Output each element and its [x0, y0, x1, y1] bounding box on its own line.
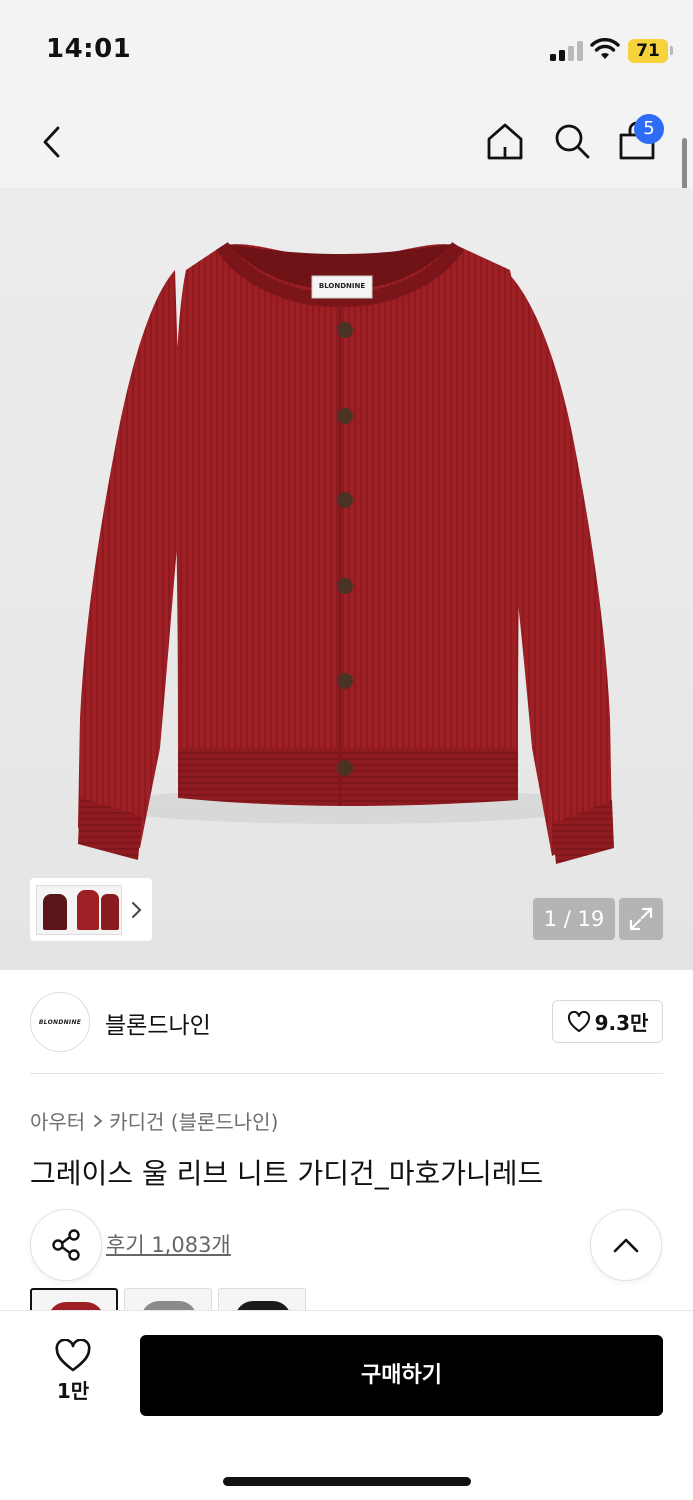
back-button[interactable] [28, 118, 76, 166]
share-icon [52, 1229, 80, 1261]
share-button[interactable] [30, 1209, 102, 1281]
color-option-black[interactable] [218, 1288, 306, 1310]
status-bar: 14:01 71 [0, 0, 693, 96]
color-options [30, 1288, 306, 1310]
home-button[interactable] [480, 116, 530, 166]
expand-image-button[interactable] [619, 898, 663, 940]
cellular-signal-icon [550, 41, 584, 61]
image-page-counter: 1 / 19 [533, 898, 615, 940]
brand-name[interactable]: 블론드나인 [105, 1006, 211, 1040]
garment-label: BLONDNINE [318, 282, 366, 290]
heart-icon [55, 1339, 91, 1372]
thumbnail-image[interactable] [36, 884, 122, 935]
cart-count-badge: 5 [634, 114, 664, 144]
product-title: 그레이스 울 리브 니트 가디건_마호가니레드 [30, 1157, 544, 1190]
divider [30, 1073, 663, 1074]
search-icon [555, 124, 590, 159]
home-indicator [223, 1477, 471, 1486]
brand-logo[interactable]: BLONDNINE [30, 992, 90, 1052]
chevron-left-icon [43, 126, 60, 158]
brand-like-count: 9.3만 [594, 1011, 649, 1035]
wishlist-button[interactable]: 1만 [40, 1339, 106, 1415]
chevron-right-icon [132, 901, 142, 918]
home-icon [487, 123, 523, 160]
swatch-thumbnail [141, 1301, 197, 1310]
product-image [78, 241, 614, 864]
chevron-up-icon [613, 1238, 639, 1253]
wishlist-count: 1만 [56, 1379, 90, 1403]
review-link[interactable]: 후기 1,083개 [106, 1229, 231, 1259]
wifi-icon [590, 38, 620, 59]
battery-indicator: 71 [628, 39, 668, 63]
battery-tip [670, 46, 673, 55]
breadcrumb-category[interactable]: 아우터 [30, 1106, 85, 1135]
bottom-action-bar: 1만 구매하기 [0, 1310, 693, 1500]
buy-button[interactable]: 구매하기 [140, 1335, 663, 1416]
swatch-thumbnail [48, 1302, 104, 1310]
color-option-red[interactable] [30, 1288, 118, 1310]
breadcrumb-subcategory[interactable]: 카디건 (블론드나인) [109, 1106, 278, 1135]
top-navigation [0, 96, 693, 188]
color-option-gray[interactable] [124, 1288, 212, 1310]
chevron-right-icon [94, 1114, 103, 1127]
brand-like-button[interactable]: 9.3만 [552, 1000, 663, 1043]
heart-icon [567, 1010, 590, 1032]
brand-row: BLONDNINE 블론드나인 9.3만 [30, 992, 663, 1052]
status-time: 14:01 [46, 34, 132, 64]
breadcrumb: 아우터 카디건 (블론드나인) [30, 1106, 278, 1135]
scroll-to-top-button[interactable] [590, 1209, 662, 1281]
search-button[interactable] [547, 116, 597, 166]
swatch-thumbnail [235, 1301, 291, 1310]
expand-icon [629, 907, 653, 931]
product-image-gallery[interactable]: BLONDNINE 1 / 19 [0, 188, 693, 970]
thumbnail-strip[interactable] [30, 878, 152, 941]
